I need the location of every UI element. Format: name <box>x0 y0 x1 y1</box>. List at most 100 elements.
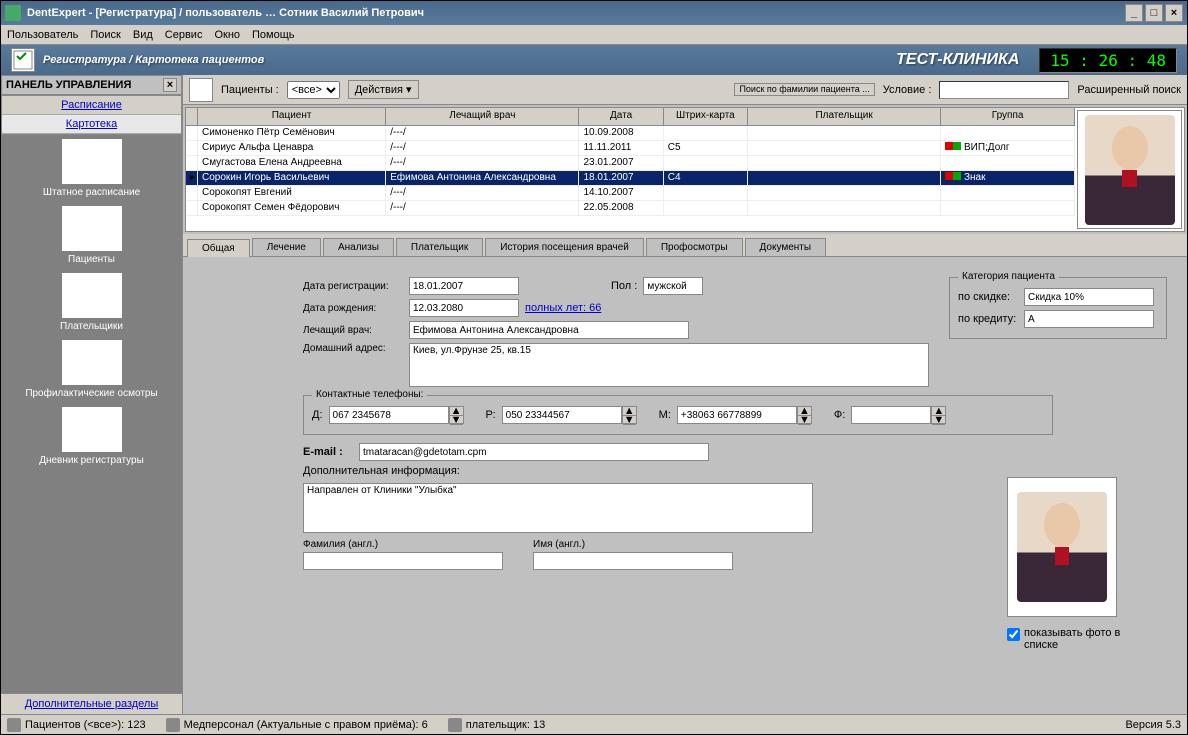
tab-payer[interactable]: Плательщик <box>396 238 483 256</box>
firstname-en-label: Имя (англ.) <box>533 539 733 550</box>
status-payer: плательщик: 13 <box>466 719 545 731</box>
firstname-en-input[interactable] <box>533 552 733 570</box>
statusbar: Пациентов (<все>): 123 Медперсонал (Акту… <box>1 714 1187 734</box>
tab-analyses[interactable]: Анализы <box>323 238 394 256</box>
actions-button[interactable]: Действия ▾ <box>348 80 419 99</box>
detail-panel: Дата регистрации: Пол : Дата рождения: п… <box>183 257 1187 714</box>
phone-m-label: М: <box>659 409 671 421</box>
tab-documents[interactable]: Документы <box>745 238 827 256</box>
sidebar-title: ПАНЕЛЬ УПРАВЛЕНИЯ × <box>1 75 182 95</box>
minimize-button[interactable]: _ <box>1125 4 1143 22</box>
version-label: Версия 5.3 <box>1125 719 1181 731</box>
toolbar-icon[interactable] <box>189 78 213 102</box>
sidebar-title-text: ПАНЕЛЬ УПРАВЛЕНИЯ <box>6 79 131 91</box>
sidebar-item-journal[interactable]: Дневник регистратуры <box>5 407 178 466</box>
col-group[interactable]: Группа <box>941 108 1075 125</box>
menubar: Пользователь Поиск Вид Сервис Окно Помощ… <box>1 25 1187 45</box>
col-card[interactable]: Штрих-карта <box>664 108 748 125</box>
sidebar-more-link[interactable]: Дополнительные разделы <box>1 693 182 714</box>
patients-grid: Пациент Лечащий врач Дата Штрих-карта Пл… <box>186 108 1075 231</box>
patients-select[interactable]: <все> <box>287 81 340 99</box>
discount-input[interactable] <box>1024 288 1154 306</box>
phone-d-input[interactable] <box>329 406 449 424</box>
sidebar-item-checkups[interactable]: Профилактические осмотры <box>5 340 178 399</box>
show-photo-checkbox[interactable]: показывать фото в списке <box>1007 627 1127 651</box>
staff-icon <box>62 139 122 184</box>
window-title: DentExpert - [Регистратура] / пользовате… <box>27 7 1125 19</box>
condition-input[interactable] <box>939 81 1069 99</box>
header: Регистратура / Картотека пациентов ТЕСТ-… <box>1 45 1187 75</box>
phone-m-spinner[interactable]: ▲▼ <box>797 406 812 424</box>
phone-f-spinner[interactable]: ▲▼ <box>931 406 946 424</box>
sex-label: Пол : <box>611 280 637 292</box>
menu-service[interactable]: Сервис <box>165 29 203 41</box>
lastname-en-input[interactable] <box>303 552 503 570</box>
phone-r-spinner[interactable]: ▲▼ <box>622 406 637 424</box>
reg-date-input[interactable] <box>409 277 519 295</box>
phone-d-label: Д: <box>312 409 323 421</box>
search-hint[interactable]: Поиск по фамилии пациента ... <box>734 83 874 97</box>
tabs: Общая Лечение Анализы Плательщик История… <box>183 234 1187 257</box>
table-row[interactable]: Сорокопят Евгений/---/14.10.2007 <box>186 186 1075 201</box>
tab-checkups[interactable]: Профосмотры <box>646 238 743 256</box>
col-doctor[interactable]: Лечащий врач <box>386 108 579 125</box>
tab-history[interactable]: История посещения врачей <box>485 238 644 256</box>
grid-marker-col <box>186 108 198 125</box>
sidebar-item-staff[interactable]: Штатное расписание <box>5 139 178 198</box>
credit-input[interactable] <box>1024 310 1154 328</box>
address-input[interactable]: Киев, ул.Фрунзе 25, кв.15 <box>409 343 929 387</box>
col-payer[interactable]: Плательщик <box>748 108 941 125</box>
sidebar-item-patients[interactable]: Пациенты <box>5 206 178 265</box>
show-photo-label: показывать фото в списке <box>1024 627 1127 651</box>
phone-m-input[interactable] <box>677 406 797 424</box>
menu-user[interactable]: Пользователь <box>7 29 78 41</box>
sidebar-link-schedule[interactable]: Расписание <box>2 96 181 115</box>
tab-general[interactable]: Общая <box>187 239 250 257</box>
doctor-input[interactable] <box>409 321 689 339</box>
condition-label: Условие : <box>883 84 932 96</box>
credit-label: по кредиту: <box>958 313 1018 325</box>
menu-window[interactable]: Окно <box>214 29 240 41</box>
menu-search[interactable]: Поиск <box>90 29 120 41</box>
patients-icon <box>62 206 122 251</box>
tab-treatment[interactable]: Лечение <box>252 238 321 256</box>
sidebar-item-payers[interactable]: Плательщики <box>5 273 178 332</box>
close-button[interactable]: × <box>1165 4 1183 22</box>
table-row[interactable]: Симоненко Пётр Семёнович/---/10.09.2008 <box>186 126 1075 141</box>
sidebar-item-label: Дневник регистратуры <box>39 455 144 466</box>
info-input[interactable]: Направлен от Клиники "Улыбка" <box>303 483 813 533</box>
phone-d-spinner[interactable]: ▲▼ <box>449 406 464 424</box>
patient-photo-large <box>1007 477 1117 617</box>
col-date[interactable]: Дата <box>579 108 663 125</box>
email-input[interactable] <box>359 443 709 461</box>
status-patients-icon <box>7 718 21 732</box>
toolbar: Пациенты : <все> Действия ▾ Поиск по фам… <box>183 75 1187 105</box>
phone-f-label: Ф: <box>834 409 845 421</box>
sidebar-link-cards[interactable]: Картотека <box>2 115 181 134</box>
table-row[interactable]: Смугастова Елена Андреевна/---/23.01.200… <box>186 156 1075 171</box>
menu-view[interactable]: Вид <box>133 29 153 41</box>
clinic-name: ТЕСТ-КЛИНИКА <box>896 51 1019 69</box>
advanced-search-link[interactable]: Расширенный поиск <box>1077 84 1181 96</box>
sidebar-item-label: Плательщики <box>60 321 123 332</box>
status-staff-icon <box>166 718 180 732</box>
clock: 15 : 26 : 48 <box>1039 48 1177 73</box>
menu-help[interactable]: Помощь <box>252 29 295 41</box>
maximize-button[interactable]: □ <box>1145 4 1163 22</box>
lastname-en-label: Фамилия (англ.) <box>303 539 503 550</box>
sidebar-close-icon[interactable]: × <box>163 78 177 92</box>
age-label[interactable]: полных лет: 66 <box>525 302 601 314</box>
table-row[interactable]: Сириус Альфа Ценавра/---/11.11.2011C5 ВИ… <box>186 141 1075 156</box>
phone-r-input[interactable] <box>502 406 622 424</box>
table-row[interactable]: ▸Сорокин Игорь ВасильевичЕфимова Антонин… <box>186 171 1075 186</box>
table-row[interactable]: Сорокопят Семен Фёдорович/---/22.05.2008 <box>186 201 1075 216</box>
journal-icon <box>62 407 122 452</box>
page-title: Регистратура / Картотека пациентов <box>43 54 896 66</box>
checkups-icon <box>62 340 122 385</box>
show-photo-input[interactable] <box>1007 628 1020 641</box>
phone-f-input[interactable] <box>851 406 931 424</box>
birth-date-input[interactable] <box>409 299 519 317</box>
sidebar: ПАНЕЛЬ УПРАВЛЕНИЯ × Расписание Картотека… <box>1 75 183 714</box>
sex-input[interactable] <box>643 277 703 295</box>
col-patient[interactable]: Пациент <box>198 108 386 125</box>
